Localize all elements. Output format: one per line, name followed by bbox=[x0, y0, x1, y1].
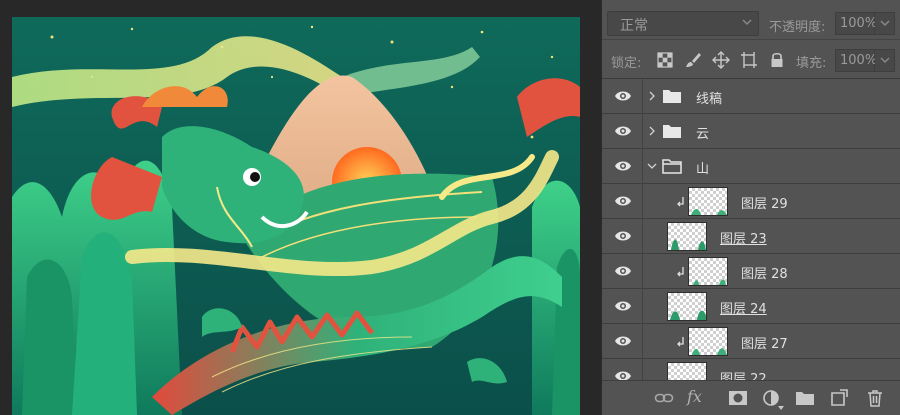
brush-icon[interactable] bbox=[684, 51, 702, 69]
eye-icon[interactable] bbox=[614, 299, 632, 313]
chevron-down-icon bbox=[880, 57, 890, 64]
layer-name[interactable]: 图层 24 bbox=[720, 298, 767, 317]
divider bbox=[642, 324, 643, 359]
new-group-icon[interactable] bbox=[795, 389, 815, 407]
clip-arrow-icon bbox=[676, 266, 686, 278]
dragon-boat-festival-artwork[interactable] bbox=[12, 17, 580, 415]
divider bbox=[642, 79, 643, 114]
eye-icon[interactable] bbox=[614, 124, 632, 138]
fill-field[interactable]: 100% bbox=[835, 49, 877, 72]
fx-icon[interactable]: fx bbox=[687, 387, 702, 406]
dropdown-triangle-icon bbox=[778, 406, 784, 410]
divider bbox=[642, 184, 643, 219]
folder-open-icon bbox=[662, 158, 682, 174]
chevron-down-icon[interactable] bbox=[647, 160, 657, 172]
link-icon[interactable] bbox=[654, 389, 674, 407]
layer-name[interactable]: 图层 28 bbox=[741, 263, 788, 282]
layer-row[interactable]: 图层 29 bbox=[602, 184, 900, 219]
eye-icon[interactable] bbox=[614, 194, 632, 208]
clip-arrow-icon bbox=[676, 196, 686, 208]
layer-name[interactable]: 图层 23 bbox=[720, 228, 767, 247]
artboard-icon[interactable] bbox=[740, 51, 758, 69]
layer-name[interactable]: 云 bbox=[696, 123, 709, 142]
layer-thumbnail bbox=[667, 222, 707, 251]
document-canvas-area[interactable] bbox=[0, 0, 601, 415]
eye-icon[interactable] bbox=[614, 89, 632, 103]
lock-transparent-pixels-icon[interactable] bbox=[656, 51, 674, 69]
layer-row[interactable]: 图层 27 bbox=[602, 324, 900, 359]
lock-label: 锁定: bbox=[611, 56, 642, 71]
layer-row[interactable]: 图层 28 bbox=[602, 254, 900, 289]
blend-mode-select[interactable]: 正常 bbox=[607, 11, 759, 36]
opacity-field[interactable]: 100% bbox=[835, 12, 877, 35]
blend-opacity-row: 正常 不透明度: 100% bbox=[602, 0, 900, 40]
layers-panel: 正常 不透明度: 100% 锁定: 填充: 100% 线稿 云 山 图层 29 … bbox=[601, 0, 900, 415]
eye-icon[interactable] bbox=[614, 264, 632, 278]
layer-name[interactable]: 图层 27 bbox=[741, 333, 788, 352]
layer-thumbnail bbox=[667, 292, 707, 321]
layer-row-group[interactable]: 线稿 bbox=[602, 79, 900, 114]
divider bbox=[642, 254, 643, 289]
folder-icon bbox=[662, 123, 682, 139]
layers-bottom-toolbar: fx bbox=[602, 380, 900, 415]
layer-row-group[interactable]: 山 bbox=[602, 149, 900, 184]
chevron-right-icon[interactable] bbox=[647, 90, 657, 102]
fill-label: 填充: bbox=[796, 56, 827, 71]
opacity-dropdown-button[interactable] bbox=[875, 12, 895, 35]
layer-thumbnail bbox=[688, 257, 728, 286]
lock-icon[interactable] bbox=[768, 51, 786, 69]
blend-mode-value: 正常 bbox=[620, 18, 648, 34]
eye-icon[interactable] bbox=[614, 229, 632, 243]
opacity-label: 不透明度: bbox=[769, 20, 826, 35]
folder-icon bbox=[662, 88, 682, 104]
chevron-right-icon[interactable] bbox=[647, 125, 657, 137]
layer-row[interactable]: 图层 23 bbox=[602, 219, 900, 254]
add-mask-icon[interactable] bbox=[728, 389, 748, 407]
layer-thumbnail bbox=[688, 187, 728, 216]
divider bbox=[642, 289, 643, 324]
clip-arrow-icon bbox=[676, 336, 686, 348]
fill-dropdown-button[interactable] bbox=[875, 49, 895, 72]
divider bbox=[642, 114, 643, 149]
layer-name[interactable]: 山 bbox=[696, 158, 709, 177]
eye-icon[interactable] bbox=[614, 334, 632, 348]
divider bbox=[642, 219, 643, 254]
eye-icon[interactable] bbox=[614, 159, 632, 173]
layer-row[interactable]: 图层 24 bbox=[602, 289, 900, 324]
chevron-down-icon bbox=[880, 20, 890, 27]
layer-row-group[interactable]: 云 bbox=[602, 114, 900, 149]
chevron-down-icon bbox=[742, 16, 752, 34]
layer-name[interactable]: 图层 29 bbox=[741, 193, 788, 212]
adjustment-layer-icon[interactable] bbox=[761, 389, 781, 407]
move-icon[interactable] bbox=[712, 51, 730, 69]
layer-name[interactable]: 线稿 bbox=[696, 88, 722, 107]
divider bbox=[642, 149, 643, 184]
trash-icon[interactable] bbox=[865, 389, 885, 407]
layer-thumbnail bbox=[688, 327, 728, 356]
new-layer-icon[interactable] bbox=[829, 389, 849, 407]
layer-list: 线稿 云 山 图层 29 图层 23 图层 28 图层 24 图层 27 bbox=[602, 79, 900, 394]
